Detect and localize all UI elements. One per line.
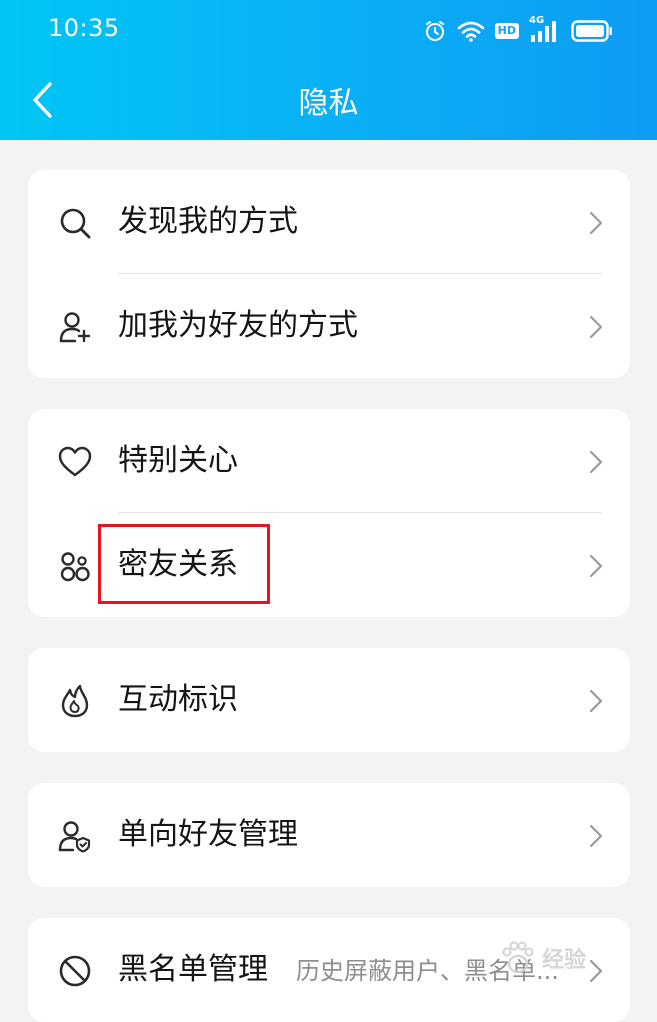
alarm-icon <box>425 21 444 41</box>
list-item-label: 密友关系 <box>118 547 238 582</box>
chevron-right-icon <box>589 554 603 578</box>
chevron-right-icon <box>589 824 603 848</box>
list-item-add-friend-method[interactable]: 加我为好友的方式 <box>28 274 630 378</box>
watermark-text: 经验 <box>542 948 587 973</box>
chevron-right-icon <box>589 315 603 339</box>
settings-card-relations: 特别关心 密友关系 <box>28 409 630 617</box>
settings-card-interaction: 互动标识 <box>28 648 630 752</box>
app-header: 10:35 HD 4G 隐私 <box>0 0 657 140</box>
page-title: 隐私 <box>298 86 359 121</box>
search-icon <box>58 206 92 240</box>
status-time: 10:35 <box>48 14 120 42</box>
list-item-label: 单向好友管理 <box>118 817 298 852</box>
list-item-label: 加我为好友的方式 <box>118 308 358 343</box>
list-item-label: 黑名单管理 <box>118 952 268 987</box>
watermark: 经验 <box>498 930 648 986</box>
list-item-find-me[interactable]: 发现我的方式 <box>28 170 630 274</box>
wifi-icon <box>457 21 484 42</box>
status-bar: 10:35 HD 4G <box>0 0 657 60</box>
heart-icon <box>58 445 92 479</box>
list-item-close-friends[interactable]: 密友关系 <box>28 513 630 617</box>
settings-card-one-way: 单向好友管理 <box>28 783 630 887</box>
list-item-label: 发现我的方式 <box>118 204 298 239</box>
block-icon <box>58 954 92 988</box>
battery-icon <box>571 20 612 42</box>
settings-card-discovery: 发现我的方式 加我为好友的方式 <box>28 170 630 378</box>
list-item-special-care[interactable]: 特别关心 <box>28 409 630 513</box>
chevron-right-icon <box>589 211 603 235</box>
list-item-one-way-friends[interactable]: 单向好友管理 <box>28 783 630 887</box>
list-item-label: 特别关心 <box>118 443 238 478</box>
user-shield-icon <box>58 819 92 853</box>
chevron-right-icon <box>589 450 603 474</box>
add-user-icon <box>58 310 92 344</box>
status-icons: HD 4G <box>423 15 613 46</box>
list-item-interaction-mark[interactable]: 互动标识 <box>28 648 630 752</box>
hd-badge: HD <box>494 23 519 39</box>
flame-icon <box>58 684 92 718</box>
chevron-right-icon <box>589 689 603 713</box>
close-friends-icon <box>58 549 92 583</box>
signal-icon: 4G <box>529 15 561 43</box>
list-item-label: 互动标识 <box>118 682 238 717</box>
paw-logo-icon <box>502 941 534 974</box>
